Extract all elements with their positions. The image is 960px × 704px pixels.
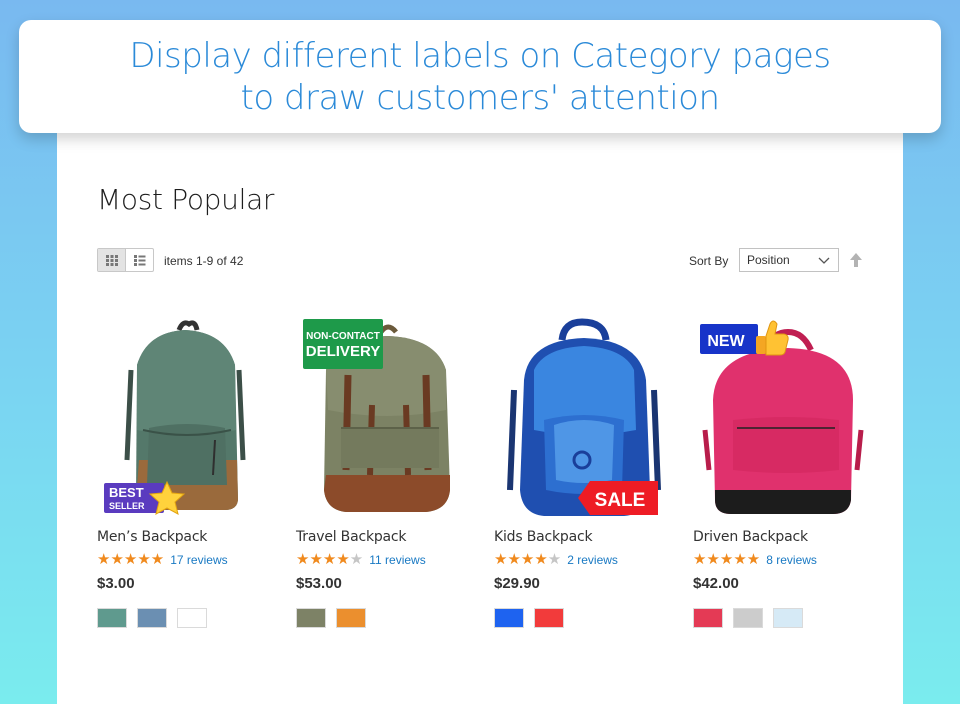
product-image[interactable]: NEW	[693, 310, 883, 520]
rating-stars: ★★★★★	[97, 551, 165, 568]
product-price: $53.00	[296, 575, 342, 592]
banner-line-2: to draw customers' attention	[240, 77, 720, 118]
product-image[interactable]: SALE	[494, 310, 684, 520]
items-count: items 1-9 of 42	[164, 254, 244, 268]
product-rating: ★★★★★ 8 reviews	[693, 552, 817, 567]
reviews-link[interactable]: 11 reviews	[369, 553, 425, 567]
best-seller-line-1: BEST	[109, 485, 144, 500]
sort-select[interactable]: Position	[739, 248, 839, 272]
sort-label: Sort By	[689, 254, 729, 268]
list-view-button[interactable]	[126, 249, 153, 271]
product-card[interactable]: BEST SELLER Men’s Backpack ★★★★★ 17 revi…	[97, 310, 287, 628]
sale-text: SALE	[595, 490, 646, 511]
best-seller-line-2: SELLER	[109, 501, 145, 511]
product-name[interactable]: Men’s Backpack	[97, 529, 207, 545]
color-swatches	[693, 608, 803, 628]
reviews-link[interactable]: 2 reviews	[567, 553, 618, 567]
grid-view-button[interactable]	[98, 249, 126, 271]
product-price: $3.00	[97, 575, 135, 592]
swatch-red[interactable]	[534, 608, 564, 628]
rating-stars: ★★★★★	[693, 551, 761, 568]
new-badge: NEW	[700, 320, 789, 356]
sort-direction-icon[interactable]	[849, 252, 863, 268]
product-rating: ★★★★★ 11 reviews	[296, 552, 426, 567]
new-label: NEW	[700, 318, 790, 363]
promo-banner: Display different labels on Category pag…	[19, 20, 941, 133]
sale-badge: SALE	[578, 481, 658, 515]
product-image[interactable]: BEST SELLER	[97, 310, 287, 520]
thumbs-up-icon	[756, 320, 789, 356]
product-price: $29.90	[494, 575, 540, 592]
swatch-red[interactable]	[693, 608, 723, 628]
list-icon	[133, 255, 145, 266]
sale-label: SALE	[578, 481, 658, 520]
swatch-olive[interactable]	[296, 608, 326, 628]
color-swatches	[97, 608, 207, 628]
reviews-link[interactable]: 8 reviews	[766, 553, 817, 567]
non-contact-delivery-badge: NON-CONTACT DELIVERY	[303, 319, 383, 369]
product-card[interactable]: SALE Kids Backpack ★★★★★ 2 reviews $29.9…	[494, 310, 684, 628]
rating-stars: ★★★★★	[494, 551, 562, 568]
page-title: Most Popular	[97, 183, 275, 216]
product-card[interactable]: NEW Driven Backpack ★★★★★ 8 reviews $42.…	[693, 310, 883, 628]
product-price: $42.00	[693, 575, 739, 592]
product-name[interactable]: Driven Backpack	[693, 529, 808, 545]
swatch-teal[interactable]	[97, 608, 127, 628]
non-contact-delivery-label: NON-CONTACT DELIVERY	[303, 319, 383, 374]
swatch-white[interactable]	[177, 608, 207, 628]
swatch-gray[interactable]	[733, 608, 763, 628]
product-card[interactable]: NON-CONTACT DELIVERY Travel Backpack ★★★…	[296, 310, 486, 628]
grid-icon	[105, 255, 118, 266]
swatch-orange[interactable]	[336, 608, 366, 628]
product-name[interactable]: Travel Backpack	[296, 529, 407, 545]
product-rating: ★★★★★ 2 reviews	[494, 552, 618, 567]
product-name[interactable]: Kids Backpack	[494, 529, 593, 545]
non-contact-line-2: DELIVERY	[306, 343, 380, 360]
banner-line-1: Display different labels on Category pag…	[129, 35, 831, 76]
product-rating: ★★★★★ 17 reviews	[97, 552, 228, 567]
color-swatches	[296, 608, 366, 628]
view-mode-toggle	[97, 248, 154, 272]
swatch-blue[interactable]	[494, 608, 524, 628]
new-text: NEW	[707, 333, 745, 350]
swatch-light-blue[interactable]	[773, 608, 803, 628]
non-contact-line-1: NON-CONTACT	[306, 331, 380, 342]
sort-select-value: Position	[747, 253, 790, 267]
best-seller-badge: BEST SELLER	[104, 480, 186, 515]
chevron-down-icon	[818, 257, 830, 264]
rating-stars: ★★★★★	[296, 551, 364, 568]
color-swatches	[494, 608, 564, 628]
swatch-blue[interactable]	[137, 608, 167, 628]
product-image[interactable]: NON-CONTACT DELIVERY	[296, 310, 486, 520]
best-seller-label: BEST SELLER	[104, 480, 186, 521]
reviews-link[interactable]: 17 reviews	[170, 553, 227, 567]
